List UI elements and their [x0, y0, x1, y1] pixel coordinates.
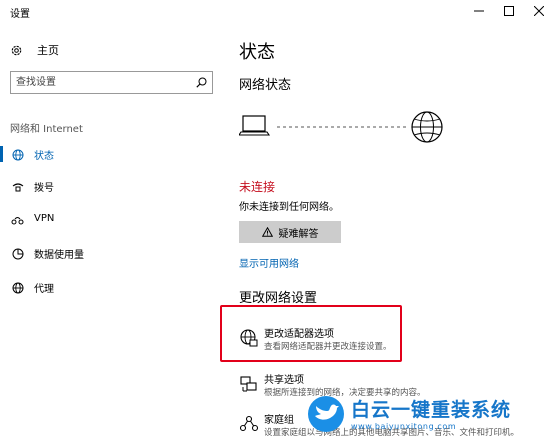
connection-description: 你未连接到任何网络。 — [239, 202, 339, 213]
minimize-button[interactable] — [464, 0, 494, 22]
option-title: 家庭组 — [264, 415, 294, 426]
status-globe-icon — [11, 148, 24, 161]
sidebar-item-dialup[interactable]: 拨号 — [0, 174, 222, 198]
close-button[interactable] — [524, 0, 554, 22]
sidebar-item-vpn[interactable]: VPN — [0, 208, 222, 232]
network-diagram — [239, 111, 443, 143]
home-label: 主页 — [37, 44, 59, 57]
show-available-networks-link[interactable]: 显示可用网络 — [239, 255, 299, 270]
sidebar-item-proxy[interactable]: 代理 — [0, 275, 222, 299]
maximize-button[interactable] — [494, 0, 524, 22]
watermark-url: www.baiyunxitong.com — [351, 422, 457, 431]
change-settings-heading: 更改网络设置 — [239, 291, 318, 306]
close-icon — [534, 6, 544, 16]
window-title: 设置 — [10, 9, 30, 20]
minimize-icon — [474, 10, 484, 12]
sidebar-item-label: 状态 — [34, 151, 54, 162]
highlight-box — [220, 305, 402, 362]
sidebar-item-status[interactable]: 状态 — [0, 142, 222, 166]
search-box — [10, 71, 213, 94]
connection-status: 未连接 — [239, 180, 276, 194]
troubleshoot-button[interactable]: 疑难解答 — [239, 221, 341, 243]
gear-icon — [11, 45, 22, 55]
homegroup-icon — [239, 415, 259, 432]
sharing-icon — [240, 376, 257, 392]
proxy-globe-icon — [11, 281, 24, 294]
sidebar-group-label: 网络和 Internet — [10, 124, 83, 135]
sidebar-item-label: VPN — [34, 213, 55, 224]
main-content: 状态 网络状态 未连接 你未连接到任何网络。 疑难解答 显示可用网络 更改网络设… — [222, 22, 554, 436]
bird-logo-icon — [308, 396, 344, 432]
vpn-icon — [11, 214, 24, 227]
data-usage-icon — [11, 247, 24, 260]
title-bar: 设置 — [0, 0, 554, 22]
internet-globe-icon — [411, 111, 443, 143]
sidebar-item-data-usage[interactable]: 数据使用量 — [0, 241, 222, 265]
option-title: 共享选项 — [264, 375, 304, 386]
search-input[interactable] — [11, 72, 191, 93]
watermark: 白云一键重装系统 www.baiyunxitong.com — [306, 394, 554, 436]
maximize-icon — [504, 6, 514, 16]
watermark-text: 白云一键重装系统 — [351, 399, 512, 421]
sidebar-item-label: 数据使用量 — [34, 250, 84, 261]
sidebar: 主页 网络和 Internet 状态 拨号 VPN 数据使用量 — [0, 22, 222, 436]
warning-icon — [261, 227, 273, 237]
laptop-icon — [239, 115, 271, 136]
network-status-heading: 网络状态 — [239, 78, 292, 93]
dial-up-icon — [11, 180, 24, 193]
sidebar-item-label: 拨号 — [34, 183, 54, 194]
page-title: 状态 — [239, 42, 275, 63]
troubleshoot-label: 疑难解答 — [278, 228, 319, 240]
sidebar-item-label: 代理 — [34, 284, 54, 295]
search-icon[interactable] — [196, 77, 207, 88]
home-nav-item[interactable]: 主页 — [10, 40, 59, 60]
active-indicator — [0, 146, 3, 162]
